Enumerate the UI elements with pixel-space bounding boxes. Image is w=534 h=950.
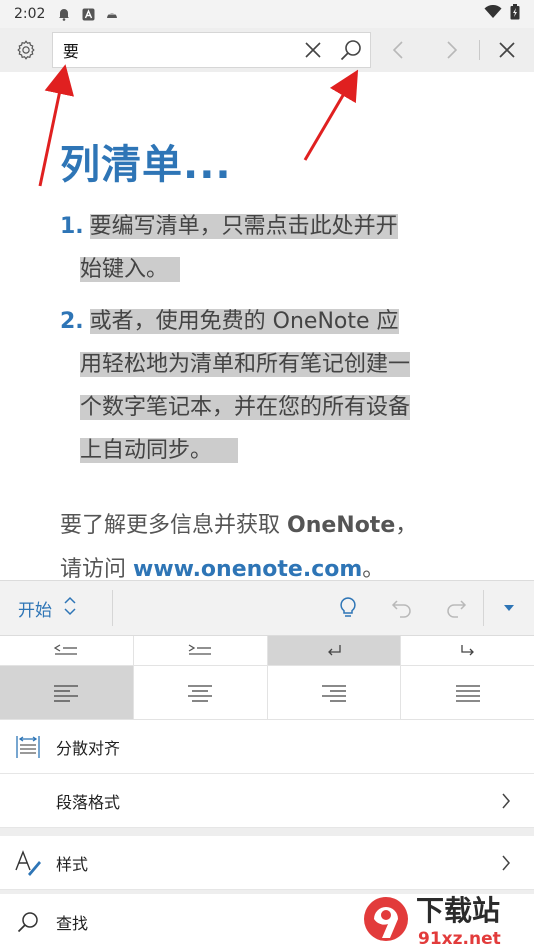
align-center-icon (188, 684, 213, 702)
previous-result-button[interactable] (371, 28, 425, 72)
android-icon (105, 7, 119, 21)
paragraph-text: 要了解更多信息并获取 (60, 513, 287, 538)
align-left-icon (54, 684, 79, 702)
return-arrow-icon (327, 644, 341, 655)
chevron-right-icon (447, 41, 458, 59)
chevron-right-icon (478, 793, 534, 809)
lightbulb-icon (340, 597, 356, 617)
notification-icon (57, 7, 71, 21)
styles-option[interactable]: 样式 (0, 836, 534, 890)
list-number: 1. (60, 214, 84, 239)
close-find-button[interactable] (480, 28, 534, 72)
find-bar: 要 (0, 28, 534, 72)
align-left-button[interactable] (0, 666, 134, 719)
search-button[interactable] (332, 33, 370, 67)
justify-button[interactable] (401, 666, 534, 719)
distribute-align-label: 分散对齐 (56, 738, 121, 758)
clear-search-button[interactable] (294, 33, 332, 67)
battery-icon (510, 4, 520, 24)
list-item-line: 用轻松地为清单和所有笔记创建一 (80, 352, 411, 377)
turn-right-arrow-icon (460, 644, 474, 655)
gear-icon (17, 40, 35, 60)
watermark-logo: 下载站 91xz.net (360, 888, 534, 950)
decrease-indent-icon (54, 643, 78, 655)
close-icon (305, 42, 321, 58)
rtl-direction-button[interactable] (401, 636, 534, 665)
chevron-right-icon (478, 855, 534, 871)
document-canvas[interactable]: 列清单... 1. 要编写清单，只需点击此处并开 始键入。 2. 或者，使用免费的 … (0, 72, 534, 580)
next-result-button[interactable] (425, 28, 479, 72)
watermark-text: 下载站 (416, 894, 500, 927)
distribute-icon (0, 720, 56, 774)
styles-label: 样式 (56, 854, 89, 874)
list-item-line: 个数字笔记本，并在您的所有设备 (80, 395, 411, 420)
distribute-align-option[interactable]: 分散对齐 (0, 720, 534, 774)
onenote-link[interactable]: www.onenote.com (133, 557, 362, 580)
app-icon (81, 7, 95, 21)
paragraph-text: 。 (362, 557, 385, 580)
info-paragraph: 要了解更多信息并获取 OneNote， 请访问 www.onenote.com。 (60, 504, 417, 580)
ltr-direction-button[interactable] (267, 636, 402, 665)
watermark-url: 91xz.net (418, 929, 501, 949)
ribbon-tab-selector[interactable]: 开始 (0, 580, 112, 636)
find-settings-button[interactable] (0, 28, 52, 72)
indent-row (0, 636, 534, 666)
list-item-line: 上自动同步。 (80, 438, 239, 463)
undo-button[interactable] (375, 580, 429, 636)
justify-icon (455, 684, 480, 702)
chevron-left-icon (393, 41, 403, 59)
screen: 2:02 要 列清单... 1. 要编写清单，只需点击此处并开 始键入。 2. … (0, 0, 534, 950)
increase-indent-icon (188, 643, 212, 655)
align-center-button[interactable] (134, 666, 268, 719)
ribbon-bar: 开始 (0, 580, 534, 636)
list-item: 2. 或者，使用免费的 OneNote 应 用轻松地为清单和所有笔记创建一 个数字… (60, 300, 411, 472)
redo-button[interactable] (429, 580, 483, 636)
ribbon-divider (112, 590, 113, 626)
search-icon (341, 40, 362, 61)
paragraph-format-label: 段落格式 (56, 792, 121, 812)
find-input-value[interactable]: 要 (63, 38, 294, 62)
list-item-line: 或者，使用免费的 OneNote 应 (89, 309, 399, 334)
list-item-line: 始键入。 (80, 257, 181, 282)
list-number: 2. (60, 309, 84, 334)
status-right (484, 4, 520, 24)
alignment-row (0, 666, 534, 720)
decrease-indent-button[interactable] (0, 636, 134, 665)
undo-icon (391, 600, 411, 618)
wifi-icon (484, 4, 502, 23)
close-icon (499, 42, 515, 58)
align-right-icon (321, 684, 346, 702)
paragraph-text: ， (395, 513, 418, 538)
tab-switch-icon (64, 596, 76, 620)
paragraph-format-option[interactable]: 段落格式 (0, 774, 534, 828)
status-bar: 2:02 (0, 0, 534, 28)
status-time: 2:02 (14, 6, 46, 22)
collapse-ribbon-button[interactable] (484, 580, 534, 636)
search-icon (0, 895, 56, 949)
align-right-button[interactable] (268, 666, 402, 719)
list-item-line: 要编写清单，只需点击此处并开 (89, 214, 398, 239)
section-gap (0, 828, 534, 836)
list-item: 1. 要编写清单，只需点击此处并开 始键入。 (60, 205, 398, 291)
document-title: 列清单... (60, 142, 232, 188)
tell-me-button[interactable] (321, 580, 375, 636)
styles-icon (0, 836, 56, 890)
caret-down-icon (504, 605, 514, 611)
redo-icon (447, 600, 467, 618)
paragraph-text: 请访问 (60, 557, 133, 580)
ribbon-tab-label: 开始 (18, 600, 52, 621)
increase-indent-button[interactable] (134, 636, 268, 665)
find-input[interactable]: 要 (51, 32, 372, 68)
paragraph-bold: OneNote (287, 513, 396, 538)
